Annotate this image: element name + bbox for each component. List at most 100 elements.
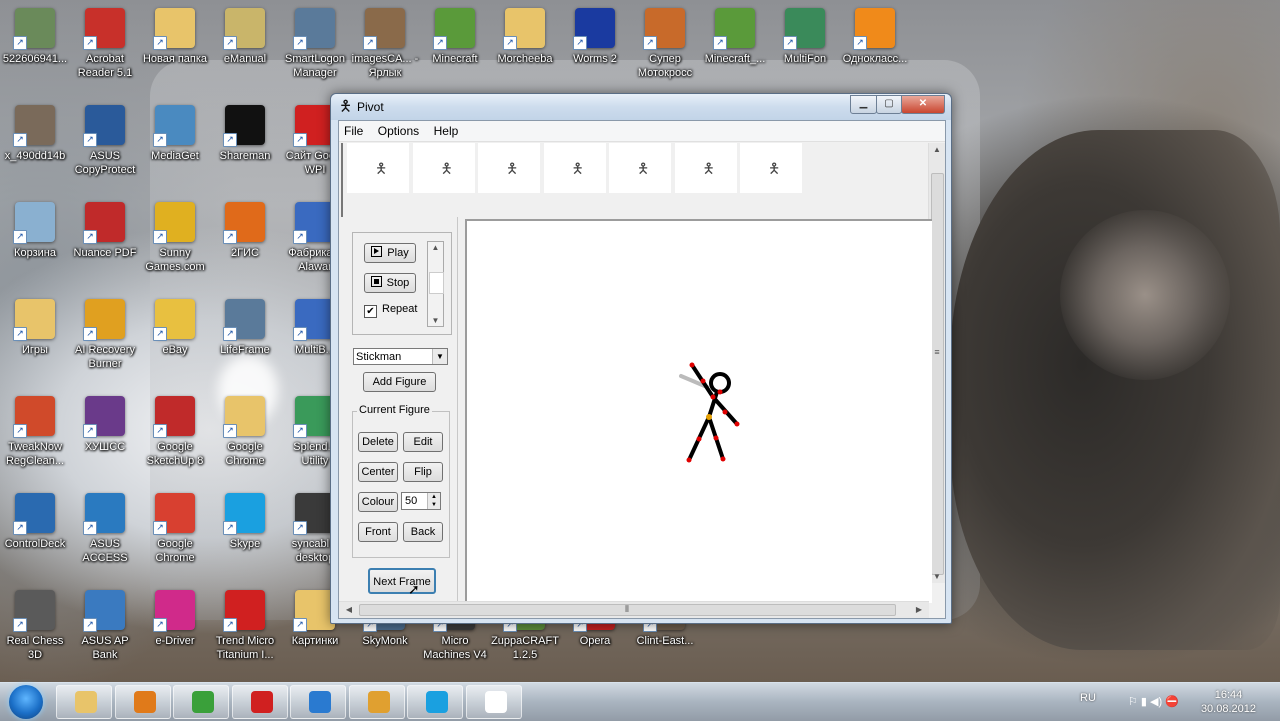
edit-figure-button[interactable]: Edit — [403, 432, 443, 452]
animation-canvas[interactable] — [465, 219, 932, 603]
taskbar-app-explorer[interactable] — [56, 685, 112, 719]
desktop-icon[interactable]: ↗ LifeFrame — [210, 299, 280, 357]
desktop-icon[interactable]: ↗ Однокласс... — [840, 8, 910, 66]
desktop-icon[interactable]: ↗ SmartLogon Manager — [280, 8, 350, 80]
desktop-icon[interactable]: ↗ Worms 2 — [560, 8, 630, 66]
joint-handle-root[interactable] — [706, 414, 712, 420]
joint-handle[interactable] — [717, 389, 723, 395]
taskbar-app-opera[interactable] — [231, 685, 288, 719]
desktop-icon[interactable]: ↗ eBay — [140, 299, 210, 357]
next-frame-button[interactable]: Next Frame — [368, 568, 436, 594]
desktop-icon[interactable]: ↗ TweakNow RegClean... — [0, 396, 70, 468]
desktop-icon[interactable]: ↗ Real Chess 3D — [0, 590, 70, 662]
front-button[interactable]: Front — [358, 522, 398, 542]
horizontal-scrollbar[interactable]: ◀ ⦀ ▶ — [339, 601, 929, 618]
minimize-button[interactable]: ▁ — [850, 95, 877, 114]
joint-handle[interactable] — [710, 394, 716, 400]
desktop-icon[interactable]: ↗ eManual — [210, 8, 280, 66]
desktop-icon[interactable]: ↗ Google Chrome — [210, 396, 280, 468]
desktop-icon[interactable]: ↗ Minecraft_... — [700, 8, 770, 66]
desktop-icon[interactable]: ↗ Супер Мотокросс — [630, 8, 700, 80]
desktop-icon[interactable]: ↗ ASUS AP Bank — [70, 590, 140, 662]
desktop-icon[interactable]: ↗ MediaGet — [140, 105, 210, 163]
speed-up-arrow[interactable]: ▲ — [428, 243, 443, 252]
desktop-icon[interactable]: ↗ 2ГИС — [210, 202, 280, 260]
frame-thumbnail[interactable]: 🯅 — [674, 143, 737, 193]
desktop-icon[interactable]: ↗ imagesCA... - Ярлык — [350, 8, 420, 80]
repeat-checkbox[interactable]: ✔ Repeat — [364, 303, 417, 318]
play-button[interactable]: Play — [364, 243, 416, 263]
joint-handle[interactable] — [686, 457, 692, 463]
desktop-icon[interactable]: ↗ x_490dd14b — [0, 105, 70, 163]
taskbar-app-game[interactable] — [348, 685, 405, 719]
desktop-icon[interactable]: ↗ ASUS ACCESS — [70, 493, 140, 565]
tray-icons[interactable]: ⚐ ▮ ◀) ⛔ — [1128, 695, 1179, 708]
vertical-scroll-thumb[interactable] — [931, 173, 944, 575]
clock[interactable]: 16:44 30.08.2012 — [1201, 688, 1256, 716]
joint-handle[interactable] — [700, 378, 706, 384]
frame-thumbnail[interactable]: 🯅 — [543, 143, 606, 193]
stop-button[interactable]: Stop — [364, 273, 416, 293]
speed-slider-thumb[interactable] — [429, 272, 444, 294]
desktop-icon[interactable]: ↗ 522606941... — [0, 8, 70, 66]
back-button[interactable]: Back — [403, 522, 443, 542]
taskbar-app-media-player[interactable] — [114, 685, 171, 719]
frame-thumbnail[interactable]: 🯅 — [740, 143, 802, 193]
start-button[interactable] — [3, 683, 51, 721]
desktop-icon[interactable]: ↗ MultiFon — [770, 8, 840, 66]
delete-figure-button[interactable]: Delete — [358, 432, 398, 452]
joint-handle[interactable] — [720, 456, 726, 462]
speed-down-arrow[interactable]: ▼ — [428, 316, 443, 325]
frame-thumbnail[interactable]: 🯅 — [412, 143, 475, 193]
joint-handle[interactable] — [713, 435, 719, 441]
desktop-icon[interactable]: ↗ Sunny Games.com — [140, 202, 210, 274]
frame-thumbnail[interactable]: 🯅 — [347, 143, 409, 193]
taskbar-app-mail-agent[interactable] — [290, 685, 346, 719]
desktop-icon[interactable]: ↗ Acrobat Reader 5.1 — [70, 8, 140, 80]
menu-help[interactable]: Help — [429, 121, 464, 138]
language-indicator[interactable]: RU — [1080, 692, 1096, 704]
desktop-icon[interactable]: ↗ ASUS CopyProtect — [70, 105, 140, 177]
desktop-icon[interactable]: ↗ ControlDeck — [0, 493, 70, 551]
desktop-icon[interactable]: ↗ ХУШСС — [70, 396, 140, 454]
add-figure-button[interactable]: Add Figure — [363, 372, 436, 392]
chevron-down-icon[interactable]: ▼ — [432, 349, 447, 364]
scroll-left-arrow[interactable]: ◀ — [341, 605, 357, 614]
figure-type-select[interactable]: Stickman ▼ — [353, 348, 448, 365]
joint-handle[interactable] — [689, 362, 695, 368]
desktop-icon[interactable]: ↗ Skype — [210, 493, 280, 551]
desktop-icon[interactable]: ↗ Google SketchUp 8 — [140, 396, 210, 468]
taskbar-app-pivot[interactable] — [465, 685, 522, 719]
frame-thumbnail[interactable]: 🯅 — [478, 143, 540, 193]
desktop-icon[interactable]: ↗ Nuance PDF — [70, 202, 140, 260]
title-bar[interactable]: 🯅 Pivot ▁ ▢ ✕ — [331, 94, 951, 120]
scroll-right-arrow[interactable]: ▶ — [911, 605, 927, 614]
desktop-icon[interactable]: ↗ Корзина — [0, 202, 70, 260]
taskbar-app-skype[interactable] — [407, 685, 463, 719]
desktop-icon[interactable]: ↗ Новая папка — [140, 8, 210, 66]
frame-thumbnail[interactable]: 🯅 — [609, 143, 671, 193]
flip-figure-button[interactable]: Flip — [403, 462, 443, 482]
desktop-icon[interactable]: ↗ Morcheeba — [490, 8, 560, 66]
menu-file[interactable]: File — [339, 121, 368, 138]
desktop-icon[interactable]: ↗ Minecraft — [420, 8, 490, 66]
joint-handle[interactable] — [696, 436, 702, 442]
menu-options[interactable]: Options — [373, 121, 424, 138]
taskbar-app-downloader[interactable] — [173, 685, 229, 719]
desktop-icon[interactable]: ↗ Trend Micro Titanium I... — [210, 590, 280, 662]
center-figure-button[interactable]: Center — [358, 462, 398, 482]
desktop-icon[interactable]: ↗ e-Driver — [140, 590, 210, 648]
maximize-button[interactable]: ▢ — [876, 95, 902, 114]
speed-slider[interactable]: ▲ ▼ — [427, 241, 444, 327]
spinner-arrows-icon[interactable]: ▲ ▼ — [427, 493, 440, 509]
panel-splitter[interactable] — [457, 217, 463, 602]
joint-handle[interactable] — [734, 421, 740, 427]
desktop-icon[interactable]: ↗ Google Chrome — [140, 493, 210, 565]
desktop-icon[interactable]: ↗ AI Recovery Burner — [70, 299, 140, 371]
joint-handle[interactable] — [722, 409, 728, 415]
desktop-icon[interactable]: ↗ Shareman — [210, 105, 280, 163]
desktop-icon[interactable]: ↗ Игры — [0, 299, 70, 357]
close-button[interactable]: ✕ — [901, 95, 945, 114]
scroll-up-arrow[interactable]: ▲ — [929, 145, 945, 154]
stickman-figure[interactable] — [467, 221, 932, 603]
